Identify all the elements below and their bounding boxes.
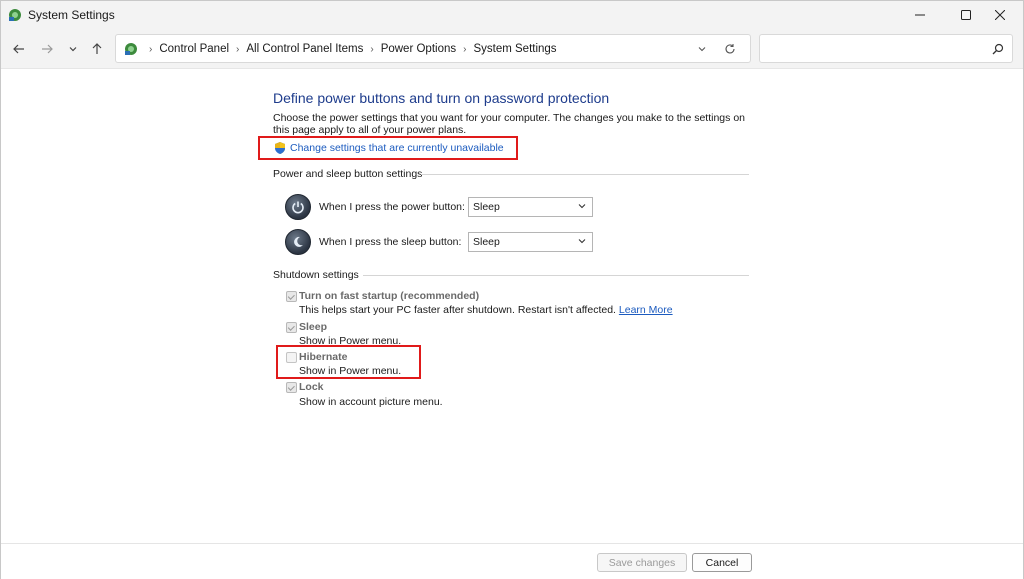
highlight-box <box>258 136 518 160</box>
close-icon <box>995 10 1005 20</box>
page-title: Define power buttons and turn on passwor… <box>273 90 610 106</box>
page-description: Choose the power settings that you want … <box>273 112 745 136</box>
recent-locations-button[interactable] <box>63 39 83 59</box>
minimize-icon <box>915 14 925 16</box>
maximize-icon <box>961 10 971 20</box>
sleep-button-value: Sleep <box>473 236 500 248</box>
cancel-button[interactable]: Cancel <box>692 553 752 572</box>
arrow-right-icon <box>42 44 53 54</box>
section-title-shutdown: Shutdown settings <box>273 269 359 281</box>
navigation-bar: › Control Panel › All Control Panel Item… <box>1 29 1023 69</box>
sleep-checkbox[interactable] <box>286 322 297 333</box>
search-input[interactable] <box>768 40 978 58</box>
window-title: System Settings <box>28 8 115 22</box>
up-button[interactable] <box>87 39 107 59</box>
back-button[interactable] <box>9 39 29 59</box>
chevron-right-icon: › <box>236 43 240 55</box>
address-bar[interactable]: › Control Panel › All Control Panel Item… <box>115 34 751 63</box>
search-box[interactable] <box>759 34 1013 63</box>
power-button-select[interactable]: Sleep <box>468 197 593 217</box>
close-button[interactable] <box>977 1 1023 29</box>
sleep-button-icon <box>285 229 311 255</box>
title-bar: System Settings <box>1 1 1023 29</box>
arrow-up-icon <box>92 43 102 54</box>
main-content: Define power buttons and turn on passwor… <box>1 69 1023 543</box>
lock-description: Show in account picture menu. <box>299 396 443 408</box>
sleep-button-label: When I press the sleep button: <box>319 236 462 248</box>
chevron-right-icon: › <box>370 43 374 55</box>
fast-startup-desc-text: This helps start your PC faster after sh… <box>299 304 616 316</box>
section-divider <box>363 275 749 276</box>
breadcrumb-control-panel[interactable]: Control Panel <box>159 43 229 55</box>
arrow-left-icon <box>13 44 24 54</box>
search-icon[interactable] <box>990 41 1006 57</box>
lock-checkbox[interactable] <box>286 382 297 393</box>
system-settings-window: System Settings › Control Panel › All Co… <box>0 0 1024 579</box>
refresh-icon <box>725 44 735 54</box>
power-button-label: When I press the power button: <box>319 201 465 213</box>
chevron-down-icon <box>698 47 706 52</box>
control-panel-icon <box>9 9 21 21</box>
refresh-button[interactable] <box>722 41 738 57</box>
power-button-value: Sleep <box>473 201 500 213</box>
breadcrumb-power-options[interactable]: Power Options <box>381 43 456 55</box>
chevron-right-icon: › <box>463 43 467 55</box>
breadcrumb-system-settings[interactable]: System Settings <box>473 43 556 55</box>
chevron-down-icon <box>578 239 586 244</box>
forward-button[interactable] <box>37 39 57 59</box>
footer-bar: Save changes Cancel <box>1 543 1023 579</box>
highlight-box <box>276 345 421 379</box>
fast-startup-checkbox[interactable] <box>286 291 297 302</box>
address-dropdown-button[interactable] <box>694 41 710 57</box>
fast-startup-description: This helps start your PC faster after sh… <box>299 304 673 316</box>
chevron-right-icon: › <box>149 43 153 55</box>
sleep-label: Sleep <box>299 321 328 333</box>
lock-label: Lock <box>299 381 324 393</box>
chevron-down-icon <box>69 47 77 52</box>
minimize-button[interactable] <box>897 1 943 29</box>
learn-more-link[interactable]: Learn More <box>619 304 673 316</box>
breadcrumb: › Control Panel › All Control Panel Item… <box>142 43 557 55</box>
save-changes-button[interactable]: Save changes <box>597 553 687 572</box>
chevron-down-icon <box>578 204 586 209</box>
section-divider <box>421 174 749 175</box>
breadcrumb-all-items[interactable]: All Control Panel Items <box>246 43 363 55</box>
control-panel-icon <box>125 43 137 55</box>
sleep-button-select[interactable]: Sleep <box>468 232 593 252</box>
section-title-power-sleep: Power and sleep button settings <box>273 168 423 180</box>
power-button-icon <box>285 194 311 220</box>
fast-startup-label: Turn on fast startup (recommended) <box>299 290 480 302</box>
